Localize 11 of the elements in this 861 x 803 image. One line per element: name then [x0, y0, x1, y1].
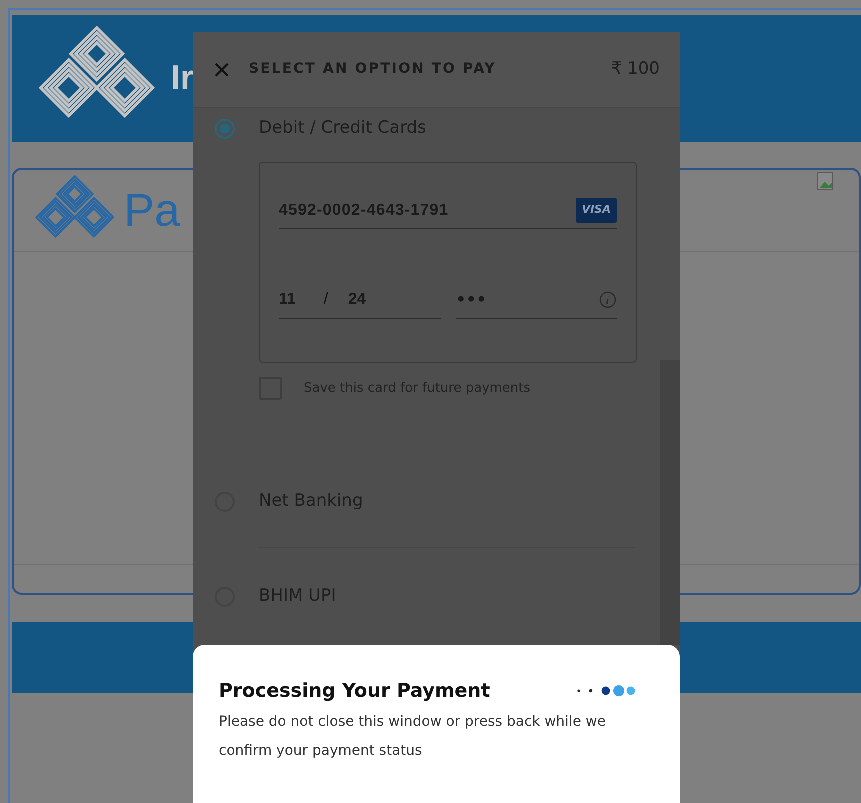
card-title: Pa — [124, 183, 180, 238]
scrollbar-thumb[interactable] — [660, 360, 680, 645]
processing-title: Processing Your Payment — [219, 679, 490, 704]
card-brand-logo: VISA — [576, 198, 617, 223]
radio-button[interactable] — [215, 119, 235, 139]
close-icon[interactable] — [215, 62, 229, 76]
processing-message: Please do not close this window or press back while we confirm your payment status — [219, 712, 607, 760]
loading-icon — [576, 685, 638, 698]
cvv-field[interactable]: ••• — [456, 281, 617, 319]
site-title: Ir — [171, 58, 194, 99]
info-icon[interactable] — [599, 290, 617, 308]
